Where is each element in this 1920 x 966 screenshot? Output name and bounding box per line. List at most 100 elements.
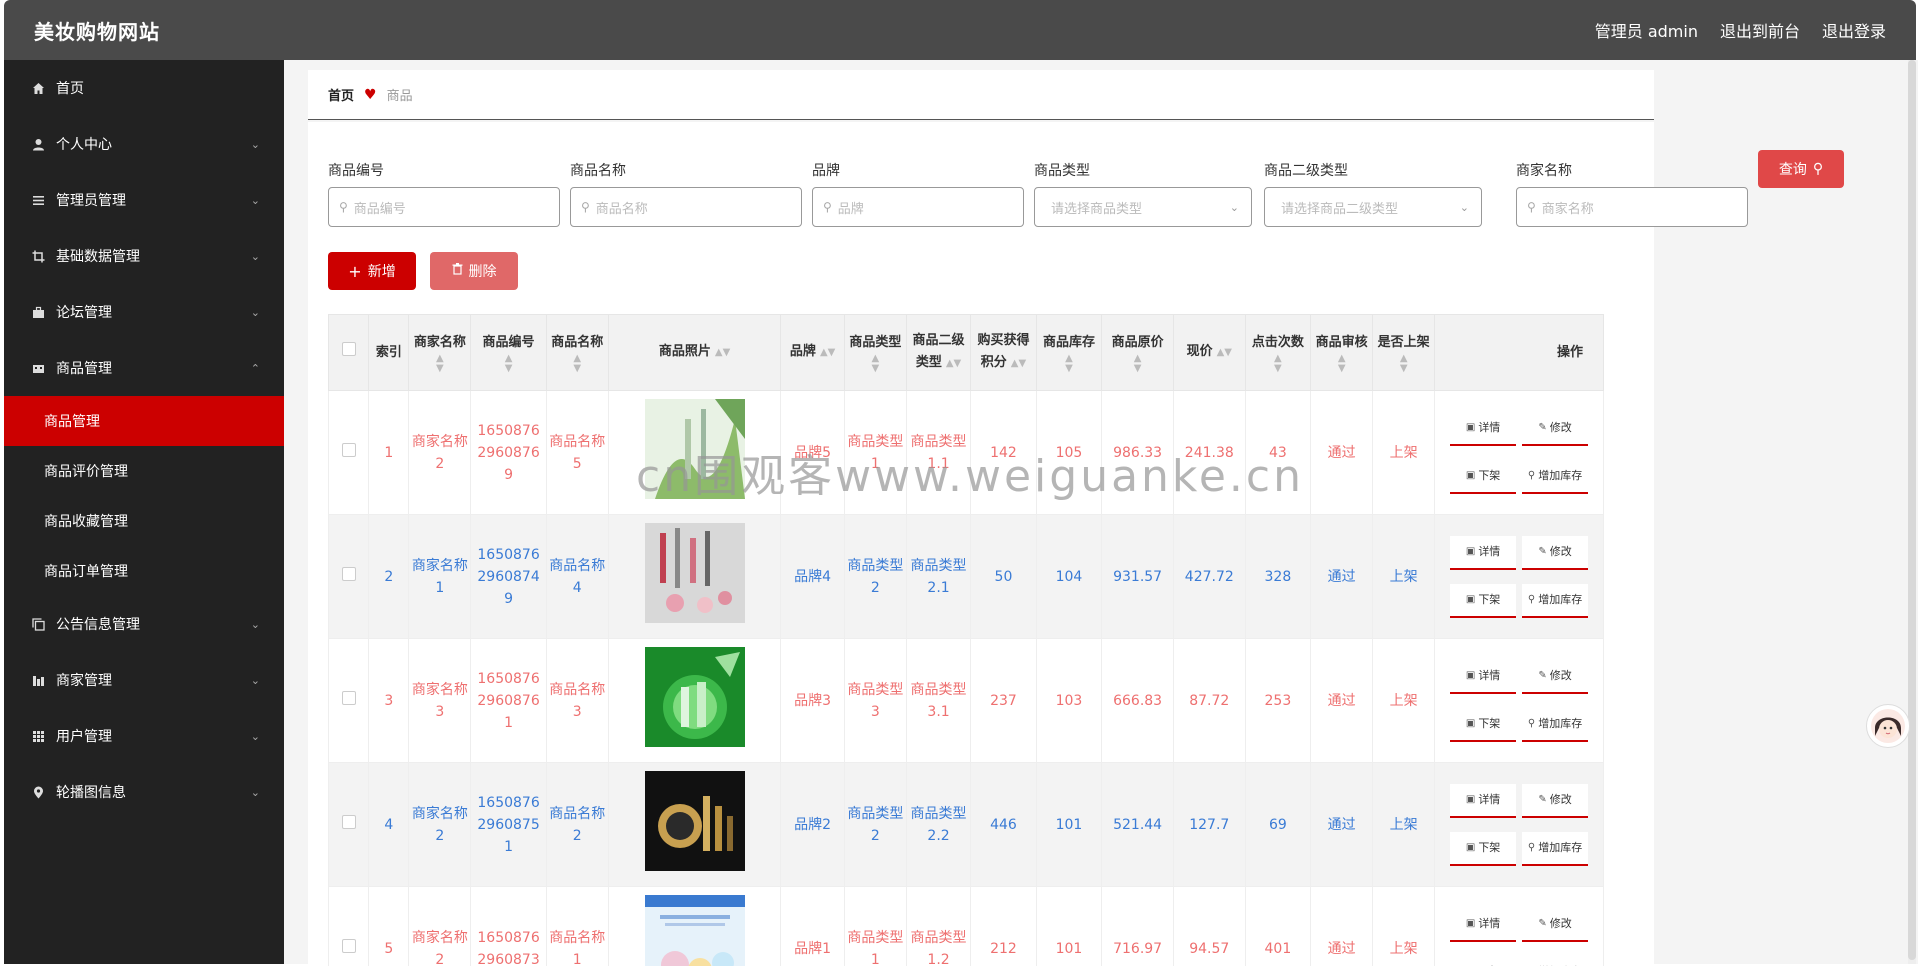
- search-code-input[interactable]: ⚲ 商品编号: [328, 187, 560, 227]
- goods-photo[interactable]: [644, 399, 745, 499]
- offshelf-button[interactable]: ▣下架: [1450, 831, 1517, 866]
- select-all-checkbox[interactable]: [341, 341, 356, 356]
- sidebar-item-carousel[interactable]: 轮播图信息 ⌄: [4, 764, 284, 820]
- row-select-cell[interactable]: [327, 886, 370, 966]
- sort-icon[interactable]: ▲▼: [1011, 358, 1026, 369]
- col-header-clicks[interactable]: 点击次数 ▲ ▼: [1244, 314, 1312, 391]
- doc-icon: ▣: [1465, 669, 1476, 681]
- sidebar-item-notice[interactable]: 公告信息管理 ⌄: [4, 596, 284, 652]
- col-header-photo[interactable]: 商品照片 ▲▼: [607, 314, 782, 391]
- edit-button[interactable]: ✎ 修改: [1522, 535, 1589, 570]
- exit-to-front-link[interactable]: 退出到前台: [1720, 18, 1800, 42]
- row-select-cell[interactable]: [327, 762, 370, 887]
- col-header-brand[interactable]: 品牌 ▲▼: [780, 314, 845, 391]
- add-button[interactable]: + 新增: [328, 252, 416, 290]
- col-header-shop[interactable]: 商家名称 ▲ ▼: [408, 314, 472, 391]
- sort-icon[interactable]: ▲▼: [820, 347, 835, 358]
- offshelf-label: 下架: [1478, 961, 1500, 966]
- sidebar-subitem-goods-order[interactable]: 商品订单管理: [4, 546, 284, 596]
- row-checkbox[interactable]: [341, 938, 356, 953]
- offshelf-button[interactable]: ▣下架: [1450, 459, 1517, 494]
- row-select-cell[interactable]: [327, 638, 370, 763]
- row-select-cell[interactable]: [327, 390, 370, 515]
- sort-icon[interactable]: ▲▼: [1246, 353, 1311, 374]
- edit-button[interactable]: ✎ 修改: [1522, 907, 1589, 942]
- scrollbar-thumb[interactable]: [1908, 60, 1916, 960]
- sort-icon[interactable]: ▲▼: [547, 353, 608, 374]
- search-shop-input[interactable]: ⚲ 商家名称: [1516, 187, 1748, 227]
- col-header-type2[interactable]: 商品二级 类型 ▲▼: [905, 314, 972, 391]
- sidebar-item-forum[interactable]: 论坛管理 ⌄: [4, 284, 284, 340]
- col-header-onsale[interactable]: 是否上架 ▲ ▼: [1372, 314, 1436, 391]
- sort-icon[interactable]: ▲▼: [1037, 353, 1102, 374]
- detail-button[interactable]: ▣ 详情: [1450, 783, 1517, 818]
- goods-photo[interactable]: [644, 647, 745, 747]
- sidebar-subitem-goods-manage[interactable]: 商品管理: [4, 396, 284, 446]
- assistant-avatar-icon[interactable]: [1866, 704, 1910, 748]
- search-type-select[interactable]: 请选择商品类型 ⌄: [1034, 187, 1252, 227]
- search-name-input[interactable]: ⚲ 商品名称: [570, 187, 802, 227]
- admin-label[interactable]: 管理员 admin: [1595, 18, 1698, 42]
- sidebar-item-base-data[interactable]: 基础数据管理 ⌄: [4, 228, 284, 284]
- sort-icon[interactable]: ▲▼: [471, 353, 545, 374]
- row-checkbox[interactable]: [341, 566, 356, 581]
- sidebar-item-users[interactable]: 用户管理 ⌄: [4, 708, 284, 764]
- sort-icon[interactable]: ▲▼: [1102, 353, 1173, 374]
- col-header-name[interactable]: 商品名称 ▲ ▼: [545, 314, 609, 391]
- add-stock-button[interactable]: ⚲增加库存: [1522, 831, 1589, 866]
- offshelf-button[interactable]: ▣下架: [1450, 955, 1517, 966]
- sidebar-item-admins[interactable]: 管理员管理 ⌄: [4, 172, 284, 228]
- detail-button[interactable]: ▣ 详情: [1450, 907, 1517, 942]
- edit-button[interactable]: ✎ 修改: [1522, 783, 1589, 818]
- sidebar-item-home[interactable]: 首页: [4, 60, 284, 116]
- goods-photo[interactable]: [644, 523, 745, 623]
- col-header-points[interactable]: 购买获得 积分 ▲▼: [970, 314, 1037, 391]
- sidebar-subitem-goods-favorite[interactable]: 商品收藏管理: [4, 496, 284, 546]
- detail-button[interactable]: ▣ 详情: [1450, 411, 1517, 446]
- add-stock-button[interactable]: ⚲增加库存: [1522, 955, 1589, 966]
- goods-photo[interactable]: [644, 895, 745, 966]
- sort-icon[interactable]: ▲▼: [946, 358, 961, 369]
- breadcrumb-home[interactable]: 首页: [328, 85, 354, 104]
- add-stock-button[interactable]: ⚲增加库存: [1522, 707, 1589, 742]
- edit-button[interactable]: ✎ 修改: [1522, 659, 1589, 694]
- detail-button[interactable]: ▣ 详情: [1450, 535, 1517, 570]
- search-type2-select[interactable]: 请选择商品二级类型 ⌄: [1264, 187, 1482, 227]
- offshelf-button[interactable]: ▣下架: [1450, 707, 1517, 742]
- sidebar-item-shop[interactable]: 商家管理 ⌄: [4, 652, 284, 708]
- sidebar-subitem-goods-review[interactable]: 商品评价管理: [4, 446, 284, 496]
- page-scrollbar[interactable]: [1908, 60, 1916, 964]
- sort-icon[interactable]: ▲▼: [1373, 353, 1434, 374]
- delete-button[interactable]: 删除: [430, 252, 518, 290]
- sort-icon[interactable]: ▲▼: [409, 353, 470, 374]
- row-checkbox[interactable]: [341, 442, 356, 457]
- col-header-code[interactable]: 商品编号 ▲ ▼: [470, 314, 547, 391]
- select-all-cell[interactable]: [327, 314, 370, 391]
- query-button[interactable]: 查询 ⚲: [1758, 150, 1844, 188]
- col-header-price[interactable]: 现价 ▲▼: [1172, 314, 1246, 391]
- col-header-stock[interactable]: 商品库存 ▲ ▼: [1035, 314, 1103, 391]
- col-header-audit[interactable]: 商品审核 ▲ ▼: [1310, 314, 1374, 391]
- row-select-cell[interactable]: [327, 514, 370, 639]
- logout-link[interactable]: 退出登录: [1822, 18, 1886, 42]
- add-stock-button[interactable]: ⚲增加库存: [1522, 459, 1589, 494]
- row-checkbox[interactable]: [341, 690, 356, 705]
- col-header-orig[interactable]: 商品原价 ▲ ▼: [1101, 314, 1174, 391]
- sort-icon[interactable]: ▲▼: [1311, 353, 1372, 374]
- offshelf-button[interactable]: ▣下架: [1450, 583, 1517, 618]
- edit-button[interactable]: ✎ 修改: [1522, 411, 1589, 446]
- add-stock-button[interactable]: ⚲增加库存: [1522, 583, 1589, 618]
- sidebar-item-profile[interactable]: 个人中心 ⌄: [4, 116, 284, 172]
- search-brand-input[interactable]: ⚲ 品牌: [812, 187, 1024, 227]
- sort-icon[interactable]: ▲▼: [715, 347, 730, 358]
- cell-text: 商家名称: [411, 681, 468, 698]
- cell-text: 1650876: [477, 794, 540, 811]
- detail-button[interactable]: ▣ 详情: [1450, 659, 1517, 694]
- row-checkbox[interactable]: [341, 814, 356, 829]
- cell-text: 商品名称: [549, 805, 606, 822]
- goods-photo[interactable]: [644, 771, 745, 871]
- col-header-type[interactable]: 商品类型 ▲ ▼: [843, 314, 907, 391]
- sort-icon[interactable]: ▲▼: [1217, 347, 1232, 358]
- sidebar-item-goods[interactable]: 商品管理 ⌃: [4, 340, 284, 396]
- sort-icon[interactable]: ▲▼: [845, 353, 906, 374]
